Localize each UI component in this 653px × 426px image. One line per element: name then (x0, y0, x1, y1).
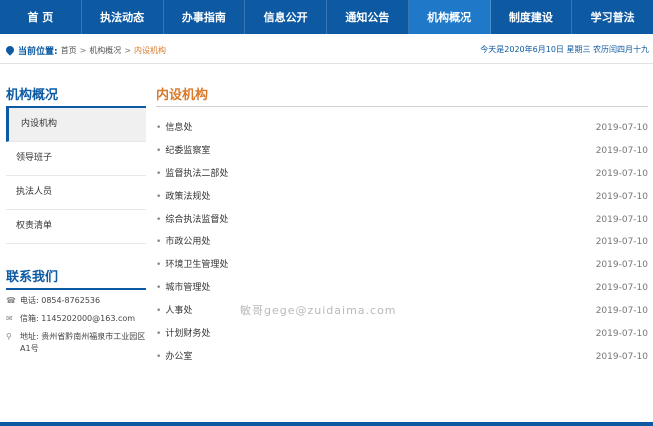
list-item-title[interactable]: • 计划财务处 (156, 323, 210, 346)
list-item-label: 纪委监察室 (165, 145, 211, 156)
list-item-label: 市政公用处 (165, 237, 211, 248)
bullet-icon: • (156, 123, 162, 133)
list-item-date: 2019-07-10 (595, 145, 648, 156)
breadcrumb: 当前位置: 首页 > 机构概况 > 内设机构 今天是2020年6月10日 星期三… (0, 37, 653, 64)
list-item-title[interactable]: • 政策法规处 (156, 186, 210, 209)
breadcrumb-home[interactable]: 首页 (61, 45, 77, 56)
list-item-title[interactable]: • 办公室 (156, 346, 192, 369)
bullet-icon: • (156, 260, 162, 271)
list-item-date: 2019-07-10 (595, 260, 648, 271)
nav-item-notices[interactable]: 通知公告 (327, 0, 409, 34)
nav-bar: 首 页 执法动态 办事指南 信息公开 通知公告 机构概况 制度建设 学习普法 (0, 0, 653, 34)
contact-address: 地址: 贵州省黔南州福泉市工业园区A1号 (20, 332, 146, 353)
list-item-date: 2019-07-10 (595, 191, 648, 202)
contact-address-row: ⚲ 地址: 贵州省黔南州福泉市工业园区A1号 (6, 331, 146, 355)
list-item-date: 2019-07-10 (595, 329, 648, 340)
sidebar-item-enforcement-staff[interactable]: 执法人员 (6, 176, 146, 210)
list-item-label: 办公室 (165, 351, 193, 362)
list-item[interactable]: • 纪委监察室 2019-07-10 (156, 140, 648, 163)
list-item-title[interactable]: • 市政公用处 (156, 231, 210, 254)
nav-item-service-guide[interactable]: 办事指南 (164, 0, 246, 34)
list-item-date: 2019-07-10 (595, 237, 648, 248)
list-item-label: 计划财务处 (165, 329, 211, 340)
bullet-icon: • (156, 306, 162, 317)
date-text: 今天是2020年6月10日 星期三 农历闰四月十九 (480, 45, 649, 54)
breadcrumb-current: 内设机构 (134, 45, 167, 55)
contact-info: ☎ 电话: 0854-8762536 ✉ 信箱: 1145202000@163.… (6, 295, 146, 361)
nav-item-home[interactable]: 首 页 (0, 0, 82, 34)
list-item-date: 2019-07-10 (595, 306, 648, 317)
list-item-title[interactable]: • 监督执法二部处 (156, 163, 228, 186)
mail-icon: ✉ (6, 314, 13, 323)
main-title: 内设机构 (156, 84, 648, 107)
list-item-label: 监督执法二部处 (165, 168, 229, 179)
bullet-icon: • (156, 145, 162, 156)
bullet-icon: • (156, 329, 162, 340)
location-pin-icon (4, 44, 16, 56)
phone-icon: ☎ (6, 296, 16, 305)
list-item-date: 2019-07-10 (595, 283, 648, 294)
list-item[interactable]: • 信息处 2019-07-10 (156, 117, 648, 140)
breadcrumb-separator: > (79, 45, 87, 55)
bullet-icon: • (156, 351, 162, 362)
list-item[interactable]: • 办公室 2019-07-10 (156, 346, 648, 369)
contact-email[interactable]: 信箱: 1145202000@163.com (20, 313, 135, 325)
list-item-title[interactable]: • 纪委监察室 (156, 140, 210, 163)
bullet-icon: • (156, 191, 162, 202)
list-item-title[interactable]: • 信息处 (156, 117, 192, 140)
contact-phone-row: ☎ 电话: 0854-8762536 (6, 295, 146, 307)
main-content: 内设机构 • 信息处 2019-07-10 • 纪委监察室 2019-07-10 • 监督执法… (156, 84, 648, 369)
top-navigation: 首 页 执法动态 办事指南 信息公开 通知公告 机构概况 制度建设 学习普法 (0, 0, 653, 34)
list-item-date: 2019-07-10 (595, 351, 648, 362)
contact-email-row: ✉ 信箱: 1145202000@163.com (6, 313, 146, 325)
list-item[interactable]: • 综合执法监督处 2019-07-10 (156, 209, 648, 232)
list-item[interactable]: • 政策法规处 2019-07-10 (156, 186, 648, 209)
list-item-date: 2019-07-10 (595, 214, 648, 225)
list-item-label: 城市管理处 (165, 283, 211, 294)
sidebar-item-leadership[interactable]: 领导班子 (6, 142, 146, 176)
nav-item-enforcement-news[interactable]: 执法动态 (82, 0, 164, 34)
sidebar-title: 机构概况 (6, 84, 146, 108)
breadcrumb-label: 当前位置: (18, 46, 58, 57)
list-item[interactable]: • 城市管理处 2019-07-10 (156, 277, 648, 300)
nav-item-law-study[interactable]: 学习普法 (572, 0, 653, 34)
list-item-title[interactable]: • 人事处 (156, 300, 192, 323)
list-item[interactable]: • 环境卫生管理处 2019-07-10 (156, 254, 648, 277)
list-item-title[interactable]: • 环境卫生管理处 (156, 254, 228, 277)
list-item-label: 人事处 (165, 306, 193, 317)
footer-bar (0, 422, 653, 426)
list-item-label: 综合执法监督处 (165, 214, 229, 225)
list-item-label: 政策法规处 (165, 191, 211, 202)
unit-list: • 信息处 2019-07-10 • 纪委监察室 2019-07-10 • 监督执法二部处 20… (156, 117, 648, 369)
list-item-label: 信息处 (165, 123, 193, 133)
list-item[interactable]: • 人事处 2019-07-10 (156, 300, 648, 323)
list-item-date: 2019-07-10 (595, 168, 648, 179)
list-item[interactable]: • 计划财务处 2019-07-10 (156, 323, 648, 346)
breadcrumb-separator: > (124, 45, 132, 55)
location-icon: ⚲ (6, 332, 12, 341)
sidebar-item-responsibility-list[interactable]: 权责清单 (6, 210, 146, 244)
sidebar-item-internal-units[interactable]: 内设机构 (6, 108, 146, 142)
list-item-title[interactable]: • 综合执法监督处 (156, 209, 228, 232)
bullet-icon: • (156, 168, 162, 179)
nav-item-organization[interactable]: 机构概况 (408, 0, 491, 34)
bullet-icon: • (156, 237, 162, 248)
contact-phone: 电话: 0854-8762536 (20, 296, 101, 305)
watermark: 敏哥gege@zuidaima.com (240, 304, 397, 317)
contact-title: 联系我们 (6, 266, 146, 290)
sidebar: 机构概况 内设机构 领导班子 执法人员 权责清单 (6, 84, 146, 244)
list-item[interactable]: • 监督执法二部处 2019-07-10 (156, 163, 648, 186)
breadcrumb-organization[interactable]: 机构概况 (89, 45, 121, 56)
nav-item-public-info[interactable]: 信息公开 (245, 0, 327, 34)
list-item-label: 环境卫生管理处 (165, 260, 229, 271)
bullet-icon: • (156, 283, 162, 294)
bullet-icon: • (156, 214, 162, 225)
nav-item-regulations[interactable]: 制度建设 (491, 0, 573, 34)
list-item-date: 2019-07-10 (595, 123, 648, 133)
list-item[interactable]: • 市政公用处 2019-07-10 (156, 231, 648, 254)
list-item-title[interactable]: • 城市管理处 (156, 277, 210, 300)
